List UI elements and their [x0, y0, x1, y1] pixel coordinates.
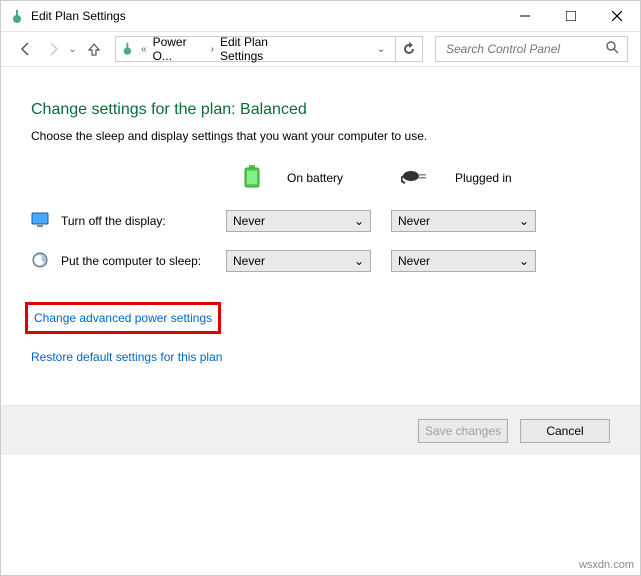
page-heading: Change settings for the plan: Balanced: [31, 101, 610, 119]
on-battery-label: On battery: [287, 171, 343, 185]
sleep-battery-dropdown[interactable]: Never ⌄: [226, 250, 371, 272]
plugged-in-label: Plugged in: [455, 171, 512, 185]
address-icon: [120, 41, 135, 57]
search-box[interactable]: [435, 36, 628, 62]
navigation-bar: ⌄ « Power O... › Edit Plan Settings ⌄: [1, 31, 640, 67]
app-icon: [9, 8, 25, 24]
cancel-button[interactable]: Cancel: [520, 419, 610, 443]
display-icon: [31, 212, 49, 231]
footer-bar: Save changes Cancel: [1, 405, 640, 455]
display-label-group: Turn off the display:: [31, 212, 226, 231]
plug-icon: [401, 167, 443, 188]
breadcrumb-power-options[interactable]: Power O...: [149, 35, 209, 63]
recent-dropdown-icon[interactable]: ⌄: [68, 44, 76, 55]
refresh-button[interactable]: [396, 36, 423, 62]
sleep-row: Put the computer to sleep: Never ⌄ Never…: [31, 250, 610, 272]
chevron-down-icon: ⌄: [354, 254, 364, 268]
watermark: wsxdn.com: [579, 559, 634, 571]
up-button[interactable]: [81, 35, 108, 63]
sleep-plugged-dropdown[interactable]: Never ⌄: [391, 250, 536, 272]
display-label: Turn off the display:: [61, 214, 166, 228]
search-input[interactable]: [444, 41, 605, 57]
page-subtext: Choose the sleep and display settings th…: [31, 129, 610, 143]
save-button: Save changes: [418, 419, 508, 443]
sleep-label-group: Put the computer to sleep:: [31, 251, 226, 272]
address-bar[interactable]: « Power O... › Edit Plan Settings ⌄: [115, 36, 396, 62]
forward-button: [40, 35, 67, 63]
on-battery-header: On battery: [241, 163, 401, 192]
sleep-icon: [31, 251, 49, 272]
restore-defaults-link[interactable]: Restore default settings for this plan: [31, 350, 222, 364]
breadcrumb-edit-plan[interactable]: Edit Plan Settings: [216, 35, 311, 63]
display-battery-dropdown[interactable]: Never ⌄: [226, 210, 371, 232]
minimize-button[interactable]: [502, 1, 548, 31]
window-title: Edit Plan Settings: [31, 9, 126, 23]
chevron-down-icon: ⌄: [519, 254, 529, 268]
title-bar: Edit Plan Settings: [1, 1, 640, 31]
sleep-plugged-value: Never: [398, 254, 430, 268]
display-battery-value: Never: [233, 214, 265, 228]
close-button[interactable]: [594, 1, 640, 31]
highlight-annotation: Change advanced power settings: [25, 302, 221, 334]
battery-icon: [241, 163, 275, 192]
display-row: Turn off the display: Never ⌄ Never ⌄: [31, 210, 610, 232]
display-plugged-dropdown[interactable]: Never ⌄: [391, 210, 536, 232]
chevron-down-icon: ⌄: [519, 214, 529, 228]
display-plugged-value: Never: [398, 214, 430, 228]
chevron-left-icon[interactable]: «: [139, 44, 149, 55]
advanced-settings-link[interactable]: Change advanced power settings: [34, 311, 212, 325]
chevron-right-icon: ›: [209, 44, 216, 55]
column-headers: On battery Plugged in: [241, 163, 610, 192]
sleep-battery-value: Never: [233, 254, 265, 268]
plugged-in-header: Plugged in: [401, 163, 561, 192]
sleep-label: Put the computer to sleep:: [61, 254, 201, 268]
back-button[interactable]: [13, 35, 40, 63]
address-dropdown-icon[interactable]: ⌄: [371, 44, 391, 55]
maximize-button[interactable]: [548, 1, 594, 31]
content-area: Change settings for the plan: Balanced C…: [1, 67, 640, 366]
search-icon[interactable]: [605, 40, 619, 59]
chevron-down-icon: ⌄: [354, 214, 364, 228]
